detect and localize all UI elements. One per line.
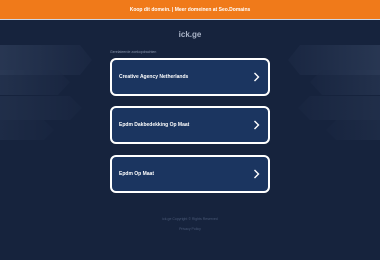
- banner-divider: [0, 19, 380, 20]
- banner-text[interactable]: Koop dit domein. | Meer domeinen at Seo.…: [130, 7, 251, 13]
- footer-copyright: ick.ge Copyright © Rights Reserved: [162, 217, 218, 221]
- related-searches-heading: Gerelateerde zoekopdrachten: [110, 50, 157, 54]
- buy-domain-banner[interactable]: Koop dit domein. | Meer domeinen at Seo.…: [0, 0, 380, 19]
- related-link-label: Epdm Dakbedekking Op Maat: [119, 122, 190, 128]
- chevron-right-icon: [254, 120, 260, 130]
- related-link-epdm-dakbedekking-op-maat[interactable]: Epdm Dakbedekking Op Maat: [110, 106, 270, 144]
- domain-title: ick.ge: [178, 30, 202, 39]
- related-link-label: Creative Agency Netherlands: [119, 74, 189, 80]
- chevron-right-icon: [254, 169, 260, 179]
- related-link-label: Epdm Op Maat: [119, 171, 155, 177]
- related-link-creative-agency-netherlands[interactable]: Creative Agency Netherlands: [110, 58, 270, 96]
- chevron-right-icon: [254, 72, 260, 82]
- related-link-epdm-op-maat[interactable]: Epdm Op Maat: [110, 155, 270, 193]
- privacy-policy-link[interactable]: Privacy Policy: [0, 227, 380, 231]
